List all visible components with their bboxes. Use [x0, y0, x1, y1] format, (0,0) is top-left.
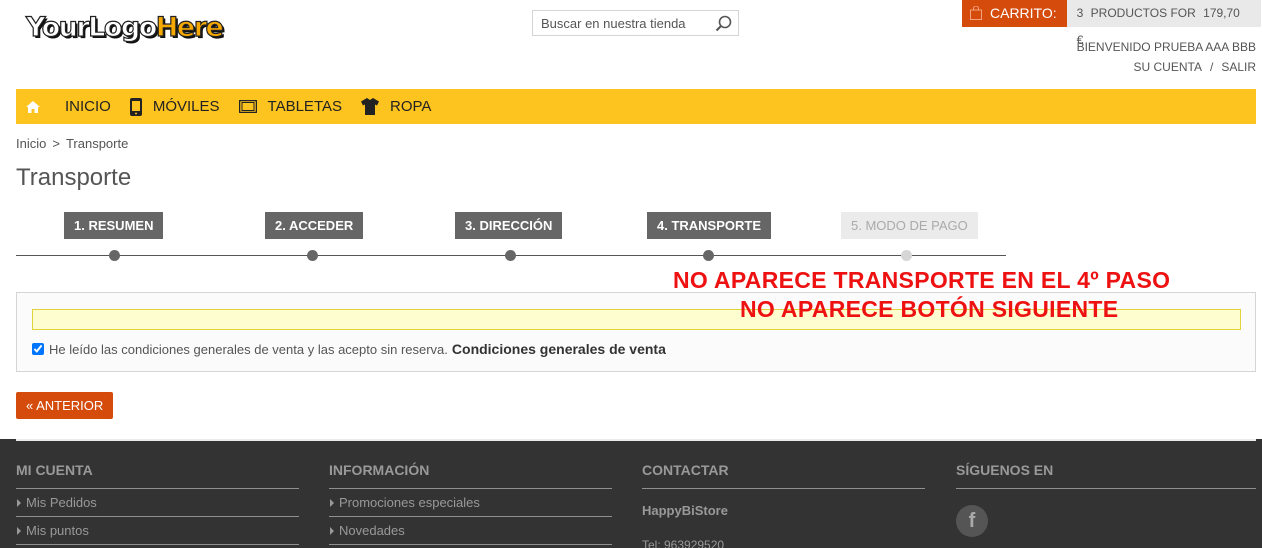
- logout-link[interactable]: SALIR: [1221, 60, 1256, 74]
- account-links: SU CUENTA / SALIR: [1134, 60, 1256, 74]
- terms-row: He leído las condiciones generales de ve…: [32, 341, 666, 357]
- tshirt-icon: [361, 98, 379, 115]
- cart-label: CARRITO:: [990, 5, 1057, 21]
- menu-item-inicio[interactable]: INICIO: [65, 98, 111, 115]
- step-transporte: 4. TRANSPORTE: [647, 212, 772, 239]
- footer-heading: CONTACTAR: [642, 462, 925, 489]
- footer-store-name: HappyBiStore: [642, 503, 728, 518]
- search-input[interactable]: [533, 11, 708, 35]
- breadcrumb-separator: >: [52, 136, 60, 151]
- footer-column-account: MI CUENTA Mis Pedidos Mis puntos: [16, 462, 299, 545]
- step-resumen[interactable]: 1. RESUMEN: [64, 212, 164, 239]
- home-icon: [26, 100, 40, 113]
- menu-item-home-icon[interactable]: [26, 100, 40, 113]
- cart-products-label: PRODUCTOS FOR: [1090, 6, 1196, 20]
- footer-heading: SÍGUENOS EN: [956, 462, 1256, 489]
- terms-checkbox[interactable]: [32, 343, 44, 355]
- cart-bag-icon: [970, 6, 982, 20]
- cart-count: 3: [1076, 6, 1084, 20]
- store-logo[interactable]: YourLogoHere: [25, 11, 224, 44]
- main-menu: INICIO MÓVILES TABLETAS ROPA: [16, 89, 1256, 124]
- footer-column-info: INFORMACIÓN Promociones especiales Noved…: [329, 462, 612, 545]
- breadcrumb: Inicio > Transporte: [16, 136, 128, 151]
- account-link[interactable]: SU CUENTA: [1134, 60, 1202, 74]
- step-direccion[interactable]: 3. DIRECCIÓN: [455, 212, 563, 239]
- step-dot: [901, 250, 912, 261]
- logo-text-part2: Here: [155, 11, 224, 43]
- footer-column-contact: CONTACTAR HappyBiStore Tel: 963929520: [642, 462, 925, 548]
- menu-item-tabletas[interactable]: TABLETAS: [238, 98, 342, 115]
- welcome-message: BIENVENIDO PRUEBA AAA BBB: [1076, 40, 1256, 54]
- menu-item-label: ROPA: [390, 98, 432, 115]
- footer-column-social: SÍGUENOS EN f: [956, 462, 1256, 537]
- footer-link-orders[interactable]: Mis Pedidos: [16, 489, 299, 517]
- facebook-icon[interactable]: f: [956, 505, 988, 537]
- step-modo-de-pago: 5. MODO DE PAGO: [841, 212, 978, 239]
- menu-item-moviles[interactable]: MÓVILES: [129, 97, 220, 116]
- step-dot: [307, 250, 318, 261]
- menu-item-label: TABLETAS: [267, 98, 342, 115]
- breadcrumb-current: Transporte: [65, 136, 129, 151]
- previous-button[interactable]: « ANTERIOR: [16, 392, 114, 419]
- cart-summary[interactable]: CARRITO: 3 PRODUCTOS FOR 179,70 €: [962, 0, 1261, 47]
- annotation-line-2: NO APARECE BOTÓN SIGUIENTE: [740, 296, 1119, 322]
- terms-text: He leído las condiciones generales de ve…: [49, 341, 448, 357]
- step-dot: [703, 250, 714, 261]
- footer-link-specials[interactable]: Promociones especiales: [329, 489, 612, 517]
- cart-label-box[interactable]: CARRITO:: [962, 0, 1067, 27]
- mobile-icon: [129, 97, 142, 116]
- tablet-icon: [238, 100, 257, 113]
- step-dot: [109, 250, 120, 261]
- page-title: Transporte: [16, 164, 132, 191]
- footer-top-divider: [16, 439, 1256, 441]
- search-icon[interactable]: [715, 15, 732, 32]
- breadcrumb-home[interactable]: Inicio: [16, 136, 46, 151]
- logo-text-part1: YourLogo: [25, 11, 157, 43]
- footer-heading: MI CUENTA: [16, 462, 299, 489]
- menu-item-label: MÓVILES: [152, 98, 220, 115]
- footer-phone: Tel: 963929520: [642, 538, 725, 548]
- account-links-separator: /: [1209, 60, 1214, 74]
- search-box: [532, 10, 739, 36]
- footer-link-new[interactable]: Novedades: [329, 517, 612, 545]
- cart-info[interactable]: 3 PRODUCTOS FOR 179,70 €: [1066, 0, 1261, 47]
- terms-link[interactable]: Condiciones generales de venta: [452, 341, 666, 357]
- menu-item-label: INICIO: [65, 98, 111, 115]
- step-dot: [505, 250, 516, 261]
- annotation-line-1: NO APARECE TRANSPORTE EN EL 4º PASO: [673, 267, 1171, 293]
- footer-link-points[interactable]: Mis puntos: [16, 517, 299, 545]
- step-acceder[interactable]: 2. ACCEDER: [265, 212, 364, 239]
- footer-heading: INFORMACIÓN: [329, 462, 612, 489]
- menu-item-ropa[interactable]: ROPA: [361, 98, 431, 115]
